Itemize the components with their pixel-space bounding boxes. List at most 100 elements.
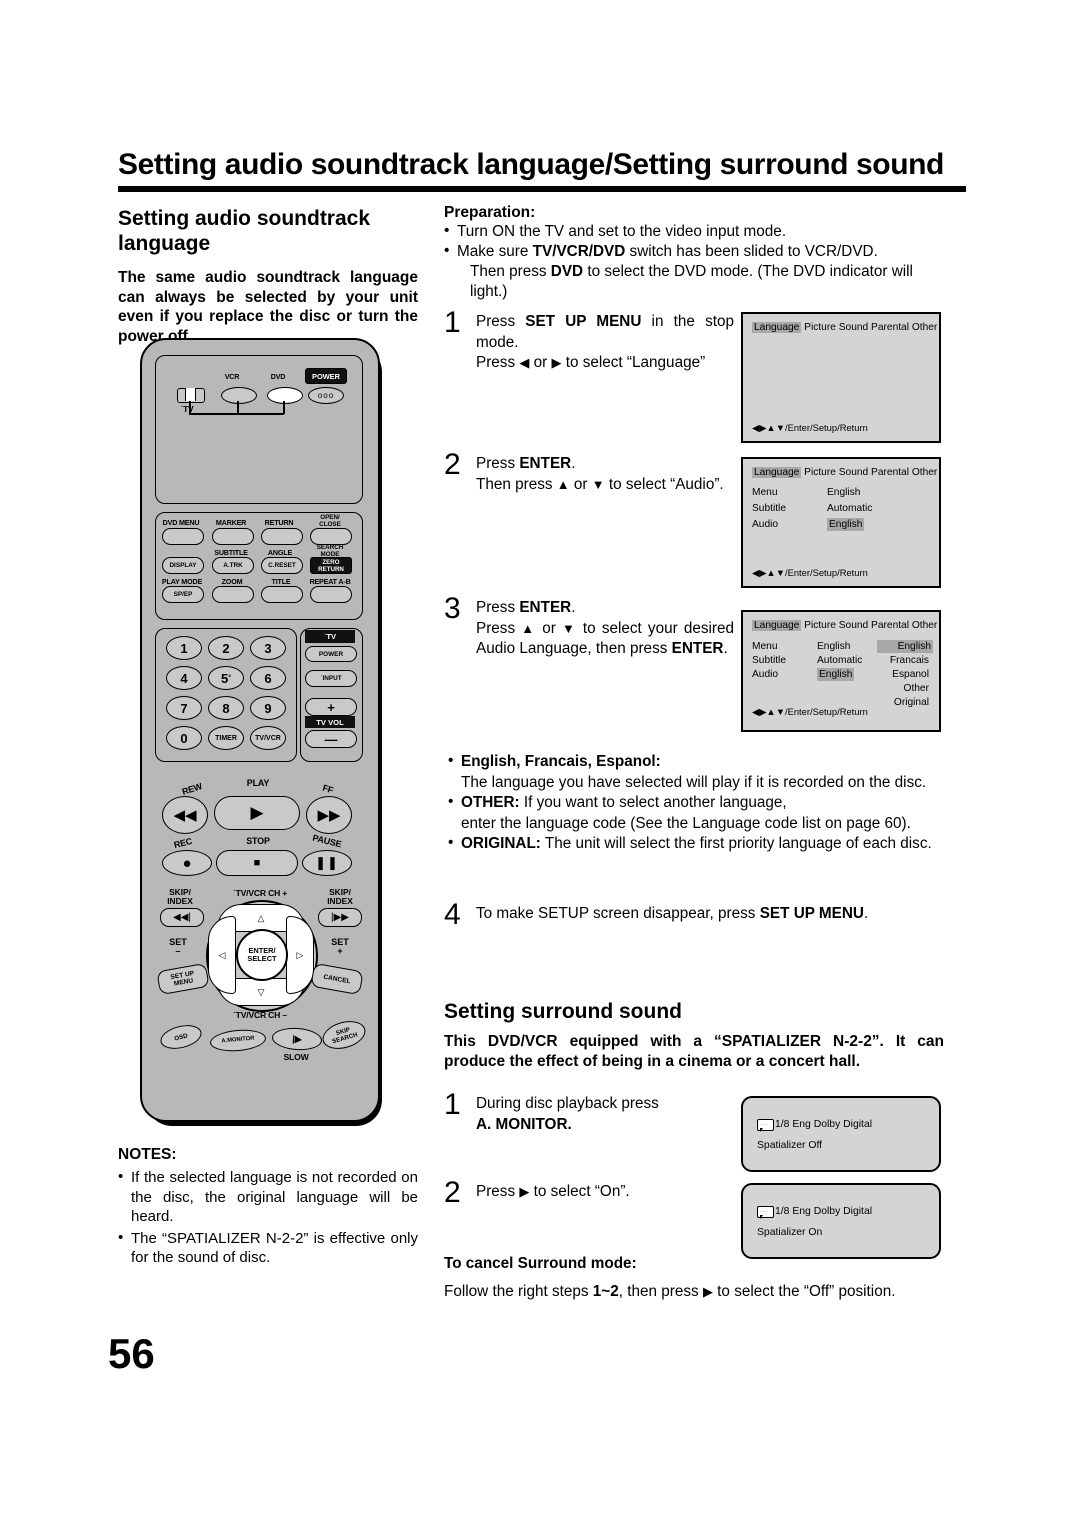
skip-forward-button[interactable]: |▶▶ bbox=[318, 908, 362, 927]
dvd-button[interactable] bbox=[267, 387, 303, 404]
osd-screen-1: Language Picture Sound Parental Other ◀▶… bbox=[741, 312, 941, 443]
skip-search-button[interactable]: SKIP SEARCH bbox=[319, 1016, 369, 1054]
remote-body: VCR DVD POWER ˙TV ooo DVD MENU MARKER RE… bbox=[140, 338, 380, 1122]
label-return: RETURN bbox=[264, 518, 294, 527]
number-5[interactable]: 5 ° bbox=[208, 666, 244, 690]
dvd-menu-button[interactable] bbox=[162, 528, 204, 545]
a-monitor-button[interactable]: A.MONITOR bbox=[209, 1027, 267, 1054]
open-close-button[interactable] bbox=[310, 528, 352, 545]
connector-b bbox=[237, 401, 239, 414]
number-6[interactable]: 6 bbox=[250, 666, 286, 690]
label-zoom: ZOOM bbox=[221, 577, 243, 586]
number-1[interactable]: 1 bbox=[166, 636, 202, 660]
atrk-button[interactable]: A.TRK bbox=[212, 557, 254, 574]
preparation-item: Make sure TV/VCR/DVD switch has been sli… bbox=[444, 241, 944, 302]
dpad-left-button[interactable]: ◁ bbox=[208, 916, 236, 994]
osd-1-tab-parental: Parental bbox=[871, 322, 909, 333]
label-ch-down: ˙TV/VCR CH – bbox=[233, 1010, 287, 1020]
zero-return-button[interactable]: ZERO RETURN bbox=[310, 557, 352, 574]
label-search-mode: SEARCH MODE bbox=[316, 544, 344, 558]
pause-button[interactable]: ❚❚ bbox=[302, 850, 352, 876]
number-9[interactable]: 9 bbox=[250, 696, 286, 720]
page-title: Setting audio soundtrack language/Settin… bbox=[118, 148, 944, 181]
vcr-button[interactable] bbox=[221, 387, 257, 404]
language-bullet-original: ORIGINAL: The unit will select the first… bbox=[448, 833, 944, 855]
tv-input-button[interactable]: ˙INPUT bbox=[305, 670, 357, 687]
osd-2-tab-other: Other bbox=[911, 467, 938, 478]
language-bullet-title: ORIGINAL: bbox=[461, 835, 541, 852]
step-1-line-1: Press SET UP MENU in the stop mode. bbox=[476, 313, 734, 351]
surround-step-2-line-1: Press ▶ to select “On”. bbox=[476, 1183, 630, 1200]
label-subtitle: SUBTITLE bbox=[214, 548, 248, 557]
osd-3-tab-parental: Parental bbox=[871, 620, 909, 631]
timer-button[interactable]: TIMER bbox=[208, 726, 244, 750]
enter-select-button[interactable]: ENTER/SELECT bbox=[236, 929, 288, 981]
number-3[interactable]: 3 bbox=[250, 636, 286, 660]
return-button[interactable] bbox=[261, 528, 303, 545]
step-3-line-1: Press ENTER. bbox=[476, 599, 576, 616]
right-column: Preparation: Turn ON the TV and set to t… bbox=[444, 204, 944, 302]
lead-paragraph: The same audio soundtrack language can a… bbox=[118, 269, 418, 345]
display-button[interactable]: DISPLAY bbox=[162, 557, 204, 574]
tv-vcr-dvd-slider[interactable] bbox=[177, 388, 205, 403]
rewind-button[interactable]: ◀◀ bbox=[162, 796, 208, 834]
creset-button[interactable]: C.RESET bbox=[261, 557, 303, 574]
tv-vol-down-button[interactable]: — bbox=[305, 730, 357, 748]
play-button[interactable]: ▶ bbox=[214, 796, 300, 830]
number-8[interactable]: 8 bbox=[208, 696, 244, 720]
osd-off-line-1: 1/8 Eng Dolby Digital bbox=[775, 1119, 873, 1130]
language-bullet-title: OTHER: bbox=[461, 794, 520, 811]
number-0[interactable]: 0 bbox=[166, 726, 202, 750]
cancel-button[interactable]: CANCEL bbox=[310, 962, 364, 996]
preparation-list: Turn ON the TV and set to the video inpu… bbox=[444, 221, 944, 302]
note-item: The “SPATIALIZER N-2-2” is effective onl… bbox=[118, 1228, 418, 1268]
surround-step-2-number: 2 bbox=[444, 1176, 461, 1209]
step-3-text: Press ENTER. Press ▲ or ▼ to select your… bbox=[476, 598, 734, 660]
step-4-line-1: To make SETUP screen disappear, press SE… bbox=[476, 905, 869, 922]
osd-2-footer: ◀▶▲▼/Enter/Setup/Return bbox=[752, 567, 868, 578]
osd-2-tab-sound: Sound bbox=[838, 467, 869, 478]
osd-2-row-value-subtitle: Automatic bbox=[827, 503, 873, 514]
skip-back-button[interactable]: ◀◀| bbox=[160, 908, 204, 927]
remote-control-illustration: VCR DVD POWER ˙TV ooo DVD MENU MARKER RE… bbox=[140, 338, 388, 1128]
power-button[interactable]: ooo bbox=[308, 387, 344, 404]
number-2[interactable]: 2 bbox=[208, 636, 244, 660]
slow-button[interactable]: |▶ bbox=[271, 1026, 323, 1052]
osd-spatializer-off: ···· 1/8 Eng Dolby Digital Spatializer O… bbox=[741, 1096, 941, 1172]
fast-forward-button[interactable]: ▶▶ bbox=[306, 796, 352, 834]
osd-3-tab-sound: Sound bbox=[838, 620, 869, 631]
zoom-button[interactable] bbox=[212, 586, 254, 603]
tv-vcr-button[interactable]: TV/VCR bbox=[250, 726, 286, 750]
step-2-number: 2 bbox=[444, 448, 461, 481]
record-button[interactable]: ● bbox=[162, 850, 212, 876]
osd-1-tab-other: Other bbox=[911, 322, 938, 333]
stop-button[interactable]: ■ bbox=[216, 850, 298, 876]
language-bullet-body-cont: enter the language code (See the Languag… bbox=[461, 814, 911, 832]
language-bullet-english: English, Francais, Espanol: The language… bbox=[448, 751, 944, 793]
marker-button[interactable] bbox=[212, 528, 254, 545]
repeat-ab-button[interactable] bbox=[310, 586, 352, 603]
osd-1-tabs: Language Picture Sound Parental Other bbox=[752, 321, 937, 334]
language-bullet-other: OTHER: If you want to select another lan… bbox=[448, 792, 944, 834]
preparation-item-cont: Then press DVD to select the DVD mode. (… bbox=[470, 263, 913, 300]
spep-button[interactable]: SP/EP bbox=[162, 586, 204, 603]
surround-step-1-line-2: A. MONITOR. bbox=[476, 1115, 726, 1136]
osd-screen-3: Language Picture Sound Parental Other Me… bbox=[741, 610, 941, 732]
osd-3-option-francais: Francais bbox=[889, 655, 929, 666]
number-7[interactable]: 7 bbox=[166, 696, 202, 720]
surround-step-2-text: Press ▶ to select “On”. bbox=[476, 1182, 726, 1203]
number-4[interactable]: 4 bbox=[166, 666, 202, 690]
tv-vol-up-button[interactable]: + bbox=[305, 698, 357, 716]
setup-menu-button[interactable]: SET UP MENU bbox=[156, 962, 210, 996]
osd-3-tab-picture: Picture bbox=[804, 620, 836, 631]
language-bullet-body: The unit will select the first priority … bbox=[544, 835, 932, 852]
osd-1-tab-picture: Picture bbox=[804, 322, 836, 333]
title-button[interactable] bbox=[261, 586, 303, 603]
osd-button[interactable]: OSD bbox=[157, 1021, 205, 1053]
dpad-right-button[interactable]: ▷ bbox=[286, 916, 314, 994]
language-bullet-original-text: ORIGINAL: The unit will select the first… bbox=[461, 835, 932, 852]
preparation-item: Turn ON the TV and set to the video inpu… bbox=[444, 221, 944, 242]
label-skip-index-right: SKIP/INDEX bbox=[327, 887, 353, 906]
tv-power-button[interactable]: POWER bbox=[305, 646, 357, 662]
osd-3-option-other: Other bbox=[903, 683, 929, 694]
